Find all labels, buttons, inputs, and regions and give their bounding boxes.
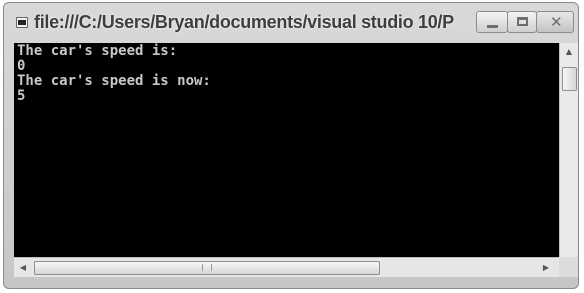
console-app-icon[interactable] [16, 17, 28, 28]
close-icon: ✕ [550, 13, 563, 31]
maximize-icon [517, 17, 528, 26]
window-title: file:///C:/Users/Bryan/documents/visual … [34, 12, 454, 32]
title-bar[interactable]: file:///C:/Users/Bryan/documents/visual … [4, 3, 578, 43]
console-line: 0 [17, 58, 26, 74]
close-button[interactable]: ✕ [536, 11, 574, 33]
console-output[interactable]: The car's speed is: 0 The car's speed is… [14, 43, 559, 257]
arrow-right-icon[interactable]: ▶ [539, 258, 553, 277]
grip-icon [202, 264, 212, 271]
resize-corner[interactable] [559, 257, 578, 277]
console-line: The car's speed is: [17, 43, 178, 59]
console-window: file:///C:/Users/Bryan/documents/visual … [3, 2, 579, 289]
maximize-button[interactable] [507, 11, 537, 33]
arrow-left-icon[interactable]: ◀ [16, 258, 30, 277]
vertical-scrollbar[interactable]: ▲ [559, 43, 578, 257]
horizontal-scrollbar[interactable]: ◀ ▶ [14, 257, 559, 277]
horizontal-scroll-thumb[interactable] [34, 261, 380, 275]
minimize-icon [487, 25, 498, 28]
arrow-up-icon[interactable]: ▲ [560, 43, 578, 60]
console-line: The car's speed is now: [17, 73, 211, 89]
console-line: 5 [17, 88, 26, 104]
vertical-scroll-thumb[interactable] [562, 67, 577, 91]
minimize-button[interactable] [476, 11, 508, 33]
